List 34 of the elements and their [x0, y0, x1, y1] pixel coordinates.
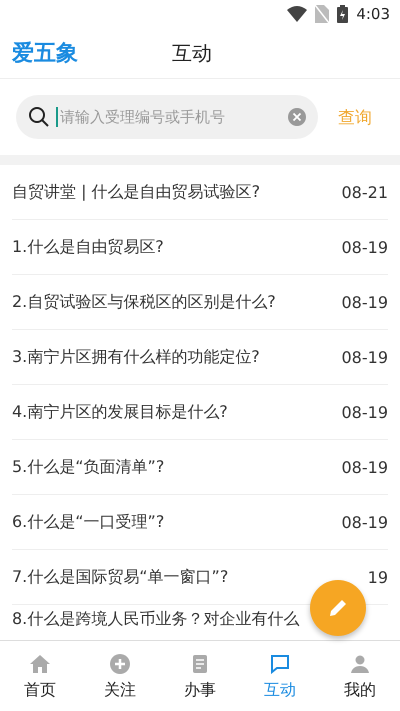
- question-title[interactable]: 4.南宁片区的发展目标是什么?: [12, 402, 228, 422]
- page-title: 互动: [172, 40, 212, 66]
- compose-button[interactable]: [310, 580, 366, 636]
- date-label: 08-21: [342, 182, 388, 202]
- date-label: 08-19: [342, 402, 388, 422]
- question-title[interactable]: 自贸讲堂 | 什么是自由贸易试验区?: [12, 182, 260, 202]
- date-label: 08-19: [342, 292, 388, 312]
- question-title[interactable]: 8.什么是跨境人民币业务？对企业有什么: [12, 609, 300, 630]
- status-time: 4:03: [356, 5, 390, 23]
- question-title[interactable]: 5.什么是“负面清单”?: [12, 456, 164, 478]
- nav-tab[interactable]: 首页: [0, 641, 80, 711]
- date-label: 08-19: [342, 458, 388, 476]
- nav-tab[interactable]: 我的: [320, 641, 400, 711]
- date-label: 08-19: [342, 348, 388, 366]
- nav-tab[interactable]: 关注: [80, 641, 160, 711]
- clear-icon[interactable]: [288, 108, 306, 126]
- no-sim-icon: [315, 5, 330, 23]
- nav-tab[interactable]: 互动: [240, 641, 320, 711]
- nav-tab[interactable]: 办事: [160, 641, 240, 711]
- question-title[interactable]: 1.什么是自由贸易区?: [12, 236, 164, 258]
- question-title[interactable]: 2.自贸试验区与保税区的区别是什么?: [12, 292, 276, 312]
- wifi-icon: [287, 6, 308, 22]
- search-field[interactable]: 请输入受理编号或手机号: [16, 95, 318, 139]
- app-logo: 爱五象: [12, 40, 79, 68]
- search-input[interactable]: 请输入受理编号或手机号: [56, 107, 282, 127]
- date-label: 08-19: [342, 238, 388, 256]
- question-title[interactable]: 6.什么是“一口受理”?: [12, 512, 164, 532]
- battery-icon: [337, 5, 348, 23]
- question-title[interactable]: 7.什么是国际贸易“单一窗口”?: [12, 566, 228, 588]
- question-title[interactable]: 3.南宁片区拥有什么样的功能定位?: [12, 346, 260, 368]
- search-icon: [28, 106, 50, 128]
- date-label: 19: [368, 568, 388, 586]
- plus-icon: [108, 652, 132, 676]
- date-label: 08-19: [342, 512, 388, 532]
